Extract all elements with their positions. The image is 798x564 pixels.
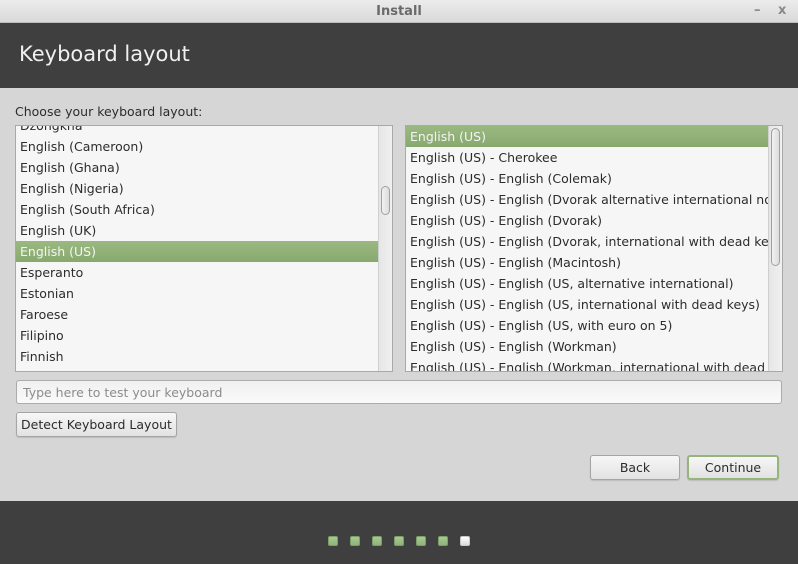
- variant-list-item[interactable]: English (US) - English (US, with euro on…: [406, 315, 768, 336]
- layout-list-item[interactable]: Dzongkha: [16, 126, 378, 136]
- variant-list-item[interactable]: English (US) - English (Dvorak, internat…: [406, 231, 768, 252]
- variant-list-item[interactable]: English (US) - English (US, alternative …: [406, 273, 768, 294]
- variant-list-scroll-thumb[interactable]: [771, 128, 780, 266]
- variant-list-item[interactable]: English (US) - English (US, internationa…: [406, 294, 768, 315]
- variant-list-item[interactable]: English (US) - English (Dvorak): [406, 210, 768, 231]
- keyboard-test-input[interactable]: [16, 380, 782, 404]
- continue-button[interactable]: Continue: [687, 455, 779, 480]
- variant-list[interactable]: English (US) English (US) - Cherokee Engli…: [405, 125, 783, 372]
- layout-list[interactable]: Dzongkha English (Cameroon) English (Ghana…: [15, 125, 393, 372]
- layout-prompt-label: Choose your keyboard layout:: [15, 104, 203, 119]
- variant-list-item[interactable]: English (US) - English (Workman, interna…: [406, 357, 768, 371]
- layout-list-item[interactable]: Estonian: [16, 283, 378, 304]
- window-titlebar: Install – x: [0, 0, 798, 23]
- layout-list-item[interactable]: English (US): [16, 241, 378, 262]
- variant-list-item[interactable]: English (US) - Cherokee: [406, 147, 768, 168]
- progress-dot: [416, 536, 426, 546]
- variant-list-item[interactable]: English (US) - English (Dvorak alternati…: [406, 189, 768, 210]
- variant-list-scrollbar[interactable]: [768, 126, 782, 371]
- back-button[interactable]: Back: [590, 455, 680, 480]
- layout-list-item[interactable]: English (South Africa): [16, 199, 378, 220]
- layout-list-item[interactable]: English (UK): [16, 220, 378, 241]
- layout-list-item[interactable]: French: [16, 367, 378, 371]
- window-title: Install: [376, 4, 422, 19]
- close-icon[interactable]: x: [778, 3, 786, 18]
- variant-list-item[interactable]: English (US) - English (Colemak): [406, 168, 768, 189]
- progress-dot-current: [460, 536, 470, 546]
- layout-list-item[interactable]: English (Cameroon): [16, 136, 378, 157]
- minimize-icon[interactable]: –: [754, 3, 761, 18]
- layout-list-items: Dzongkha English (Cameroon) English (Ghana…: [16, 126, 378, 371]
- layout-list-item[interactable]: Esperanto: [16, 262, 378, 283]
- progress-indicator: [328, 536, 470, 546]
- variant-list-items: English (US) English (US) - Cherokee Engli…: [406, 126, 768, 371]
- progress-dot: [350, 536, 360, 546]
- footer: [0, 501, 798, 564]
- layout-list-item[interactable]: Faroese: [16, 304, 378, 325]
- page-title: Keyboard layout: [19, 42, 190, 66]
- progress-dot: [438, 536, 448, 546]
- layout-list-scroll-thumb[interactable]: [381, 186, 390, 215]
- progress-dot: [372, 536, 382, 546]
- variant-list-item[interactable]: English (US): [406, 126, 768, 147]
- progress-dot: [394, 536, 404, 546]
- layout-list-item[interactable]: English (Ghana): [16, 157, 378, 178]
- variant-list-item[interactable]: English (US) - English (Macintosh): [406, 252, 768, 273]
- layout-list-item[interactable]: English (Nigeria): [16, 178, 378, 199]
- variant-list-item[interactable]: English (US) - English (Workman): [406, 336, 768, 357]
- layout-list-item[interactable]: Filipino: [16, 325, 378, 346]
- detect-keyboard-layout-button[interactable]: Detect Keyboard Layout: [16, 412, 177, 437]
- layout-list-item[interactable]: Finnish: [16, 346, 378, 367]
- progress-dot: [328, 536, 338, 546]
- page-header: Keyboard layout: [0, 23, 798, 88]
- layout-list-scrollbar[interactable]: [378, 126, 392, 371]
